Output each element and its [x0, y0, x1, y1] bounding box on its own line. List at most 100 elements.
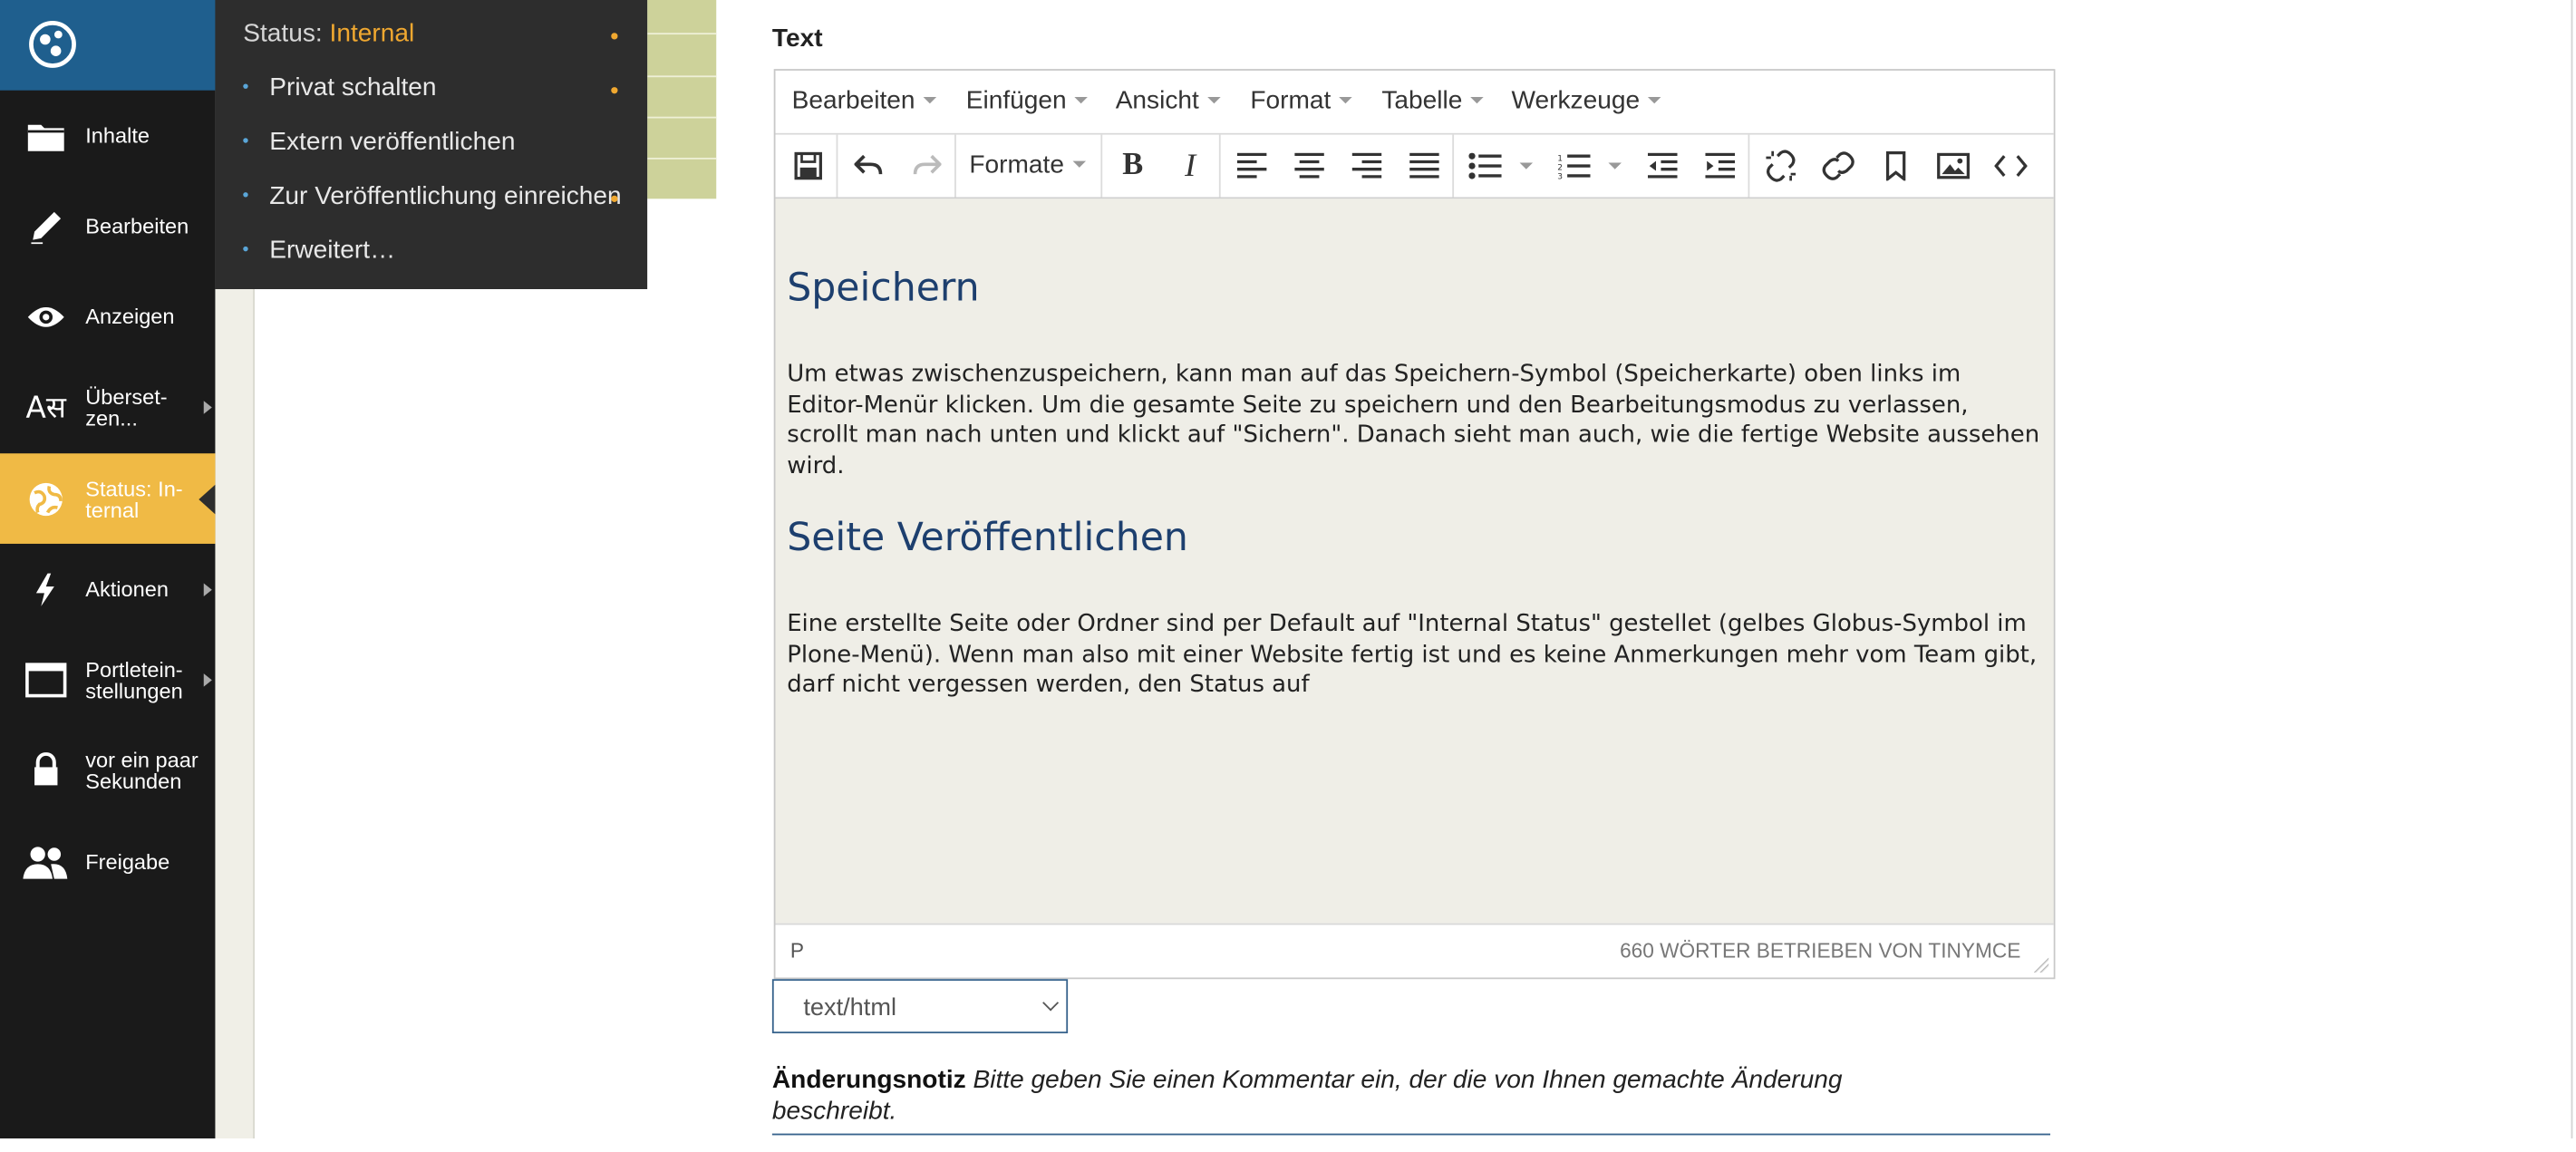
- toolbar-item-edit[interactable]: Bearbeiten: [0, 180, 215, 271]
- background-nav-block: [647, 0, 717, 199]
- code-icon[interactable]: [1981, 135, 2039, 198]
- toolbar-item-label: vor ein paar Sekunden: [85, 746, 199, 793]
- toolbar-item-view[interactable]: Anzeigen: [0, 271, 215, 362]
- divider: [1452, 134, 1455, 198]
- chevron-down-icon: [1042, 994, 1060, 1012]
- window-icon: [23, 656, 69, 702]
- text-field-label: Text: [771, 24, 823, 53]
- save-icon[interactable]: [779, 135, 836, 198]
- content-heading: Seite Veröffentlichen: [787, 514, 1188, 561]
- plone-logo-button[interactable]: [0, 0, 216, 91]
- toolbar-item-label: Überset-zen...: [85, 383, 168, 430]
- chevron-right-icon: [203, 582, 212, 596]
- status-option-label: Extern veröffentlichen: [269, 128, 516, 157]
- text-format-select[interactable]: text/html: [771, 979, 1069, 1034]
- change-note-label: Änderungsnotiz Bitte geben Sie einen Kom…: [772, 1065, 1955, 1128]
- status-menu-current-value: Internal: [329, 19, 415, 48]
- svg-text:2: 2: [1556, 164, 1562, 173]
- menu-insert[interactable]: Einfügen: [966, 87, 1088, 117]
- menu-view[interactable]: Ansicht: [1116, 87, 1221, 117]
- align-center-icon[interactable]: [1280, 135, 1337, 198]
- status-menu-header-label: Status:: [243, 19, 323, 48]
- svg-text:1: 1: [1556, 155, 1562, 164]
- toolbar-item-label: Bearbeiten: [85, 213, 189, 238]
- toolbar-item-lock[interactable]: vor ein paar Sekunden: [0, 724, 215, 815]
- tinymce-editor: Bearbeiten Einfügen Ansicht Format Tabel…: [773, 69, 2056, 980]
- numbered-list-icon[interactable]: 123: [1545, 135, 1602, 198]
- menu-format[interactable]: Format: [1250, 87, 1352, 117]
- svg-text:3: 3: [1556, 173, 1562, 179]
- change-note-title: Änderungsnotiz: [771, 1066, 966, 1095]
- link-icon[interactable]: [1809, 135, 1866, 198]
- status-option-private[interactable]: Privat schalten: [215, 66, 647, 115]
- element-path[interactable]: P: [790, 940, 804, 963]
- toolbar-item-sharing[interactable]: Freigabe: [0, 817, 215, 907]
- align-left-icon[interactable]: [1223, 135, 1280, 198]
- toolbar-item-status[interactable]: Status: In-ternal: [0, 453, 216, 544]
- redo-icon[interactable]: [897, 135, 954, 198]
- status-option-publish-external[interactable]: Extern veröffentlichen: [215, 120, 647, 169]
- editor-statusbar: P 660 WÖRTER BETRIEBEN VON TINYMCE: [775, 923, 2054, 978]
- lightning-icon: [23, 566, 69, 612]
- divider: [954, 134, 956, 198]
- unlink-icon[interactable]: [1751, 135, 1808, 198]
- menu-edit[interactable]: Bearbeiten: [792, 87, 936, 117]
- page-edge: [2571, 0, 2573, 1139]
- translate-icon: Aस: [25, 390, 66, 425]
- bullet-icon: [243, 246, 248, 252]
- italic-icon[interactable]: I: [1161, 135, 1218, 198]
- state-marker-icon: [611, 195, 618, 202]
- status-option-label: Erweitert…: [269, 237, 396, 265]
- status-option-label: Zur Veröffentlichung einreichen: [269, 182, 622, 210]
- toolbar-item-label: Inhalte: [85, 122, 150, 149]
- divider: [1100, 134, 1103, 198]
- change-note-input[interactable]: [771, 1133, 2050, 1152]
- toolbar-item-translate[interactable]: Aस Überset-zen...: [0, 362, 215, 452]
- content-paragraph: Eine erstellte Seite oder Ordner sind pe…: [787, 611, 2038, 700]
- menu-tools[interactable]: Werkzeuge: [1512, 87, 1661, 117]
- content-paragraph: Um etwas zwischenzuspeichern, kann man a…: [787, 361, 2040, 480]
- menu-table[interactable]: Tabelle: [1381, 87, 1484, 117]
- formats-dropdown[interactable]: Formate: [969, 151, 1085, 181]
- bullet-list-icon[interactable]: [1456, 135, 1513, 198]
- eye-icon: [23, 294, 69, 340]
- chevron-right-icon: [203, 400, 212, 413]
- editor-toolbar: Formate B I 123: [775, 134, 2054, 199]
- toolbar-item-label: Aktionen: [85, 576, 169, 602]
- divider: [647, 158, 717, 160]
- content-heading: Speichern: [787, 264, 980, 311]
- divider: [1748, 134, 1750, 198]
- status-dropdown-menu: Status: Internal Privat schalten Extern …: [215, 0, 648, 289]
- state-marker-icon: [611, 33, 618, 40]
- word-count: 660 WÖRTER BETRIEBEN VON TINYMCE: [1620, 939, 2021, 963]
- divider: [647, 75, 717, 78]
- resize-handle-icon[interactable]: [2033, 957, 2049, 973]
- toolbar-item-label: Anzeigen: [85, 304, 175, 329]
- toolbar-item-contents[interactable]: Inhalte: [0, 91, 215, 181]
- chevron-down-icon[interactable]: [1519, 162, 1534, 169]
- chevron-right-icon: [203, 673, 212, 686]
- status-option-advanced[interactable]: Erweitert…: [215, 228, 647, 277]
- editor-menubar: Bearbeiten Einfügen Ansicht Format Tabel…: [775, 70, 2054, 135]
- plone-logo-icon: [29, 21, 76, 68]
- bold-icon[interactable]: B: [1104, 135, 1161, 198]
- toolbar-item-label: Freigabe: [85, 849, 170, 875]
- bullet-icon: [243, 138, 248, 143]
- status-option-submit[interactable]: Zur Veröffentlichung einreichen: [215, 174, 647, 223]
- image-icon[interactable]: [1923, 135, 1980, 198]
- toolbar-item-label: Status: In-ternal: [85, 475, 183, 522]
- state-marker-icon: [611, 87, 618, 94]
- toolbar-item-actions[interactable]: Aktionen: [0, 544, 215, 634]
- select-value: text/html: [803, 993, 897, 1022]
- divider: [647, 116, 717, 119]
- align-justify-icon[interactable]: [1395, 135, 1452, 198]
- undo-icon[interactable]: [839, 135, 896, 198]
- plone-toolbar: Inhalte Bearbeiten Anzeigen Aस Überset-z…: [0, 0, 216, 1139]
- bookmark-icon[interactable]: [1866, 135, 1923, 198]
- editor-content-area[interactable]: Speichern Um etwas zwischenzuspeichern, …: [775, 198, 2054, 924]
- chevron-down-icon[interactable]: [1608, 162, 1622, 169]
- toolbar-item-portlets[interactable]: Portletein-stellungen: [0, 634, 215, 725]
- indent-icon[interactable]: [1690, 135, 1748, 198]
- align-right-icon[interactable]: [1337, 135, 1394, 198]
- outdent-icon[interactable]: [1633, 135, 1690, 198]
